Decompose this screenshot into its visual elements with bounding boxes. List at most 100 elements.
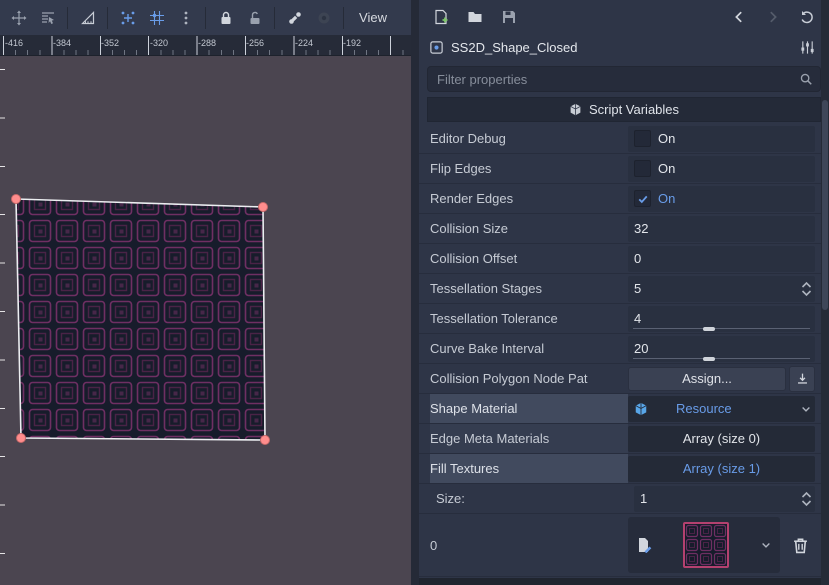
slider-track [633,328,810,329]
number-field[interactable]: 32 [628,216,815,242]
spinbox-arrows-icon[interactable] [801,491,812,507]
new-resource-icon[interactable] [429,5,453,29]
bone-icon[interactable] [280,5,309,31]
next-section-partial [419,578,821,585]
inspector-panel: SS2D_Shape_Closed Script Variables Edito… [419,0,829,585]
property-label: Flip Edges [430,154,628,183]
lock-icon[interactable] [211,5,240,31]
save-resource-icon[interactable] [497,5,521,29]
resource-icon [634,402,648,416]
texture-resource-picker[interactable] [628,517,780,573]
array-item-index: 0 [430,514,628,576]
load-resource-folder-icon[interactable] [463,5,487,29]
property-label: Collision Polygon Node Pat [430,364,628,393]
checkbox-flip-edges[interactable] [634,160,651,177]
number-field[interactable]: 1 [634,486,815,512]
filter-properties-input[interactable] [435,71,799,88]
ruler-tick-label: -384 [53,38,71,48]
property-label: Collision Size [430,214,628,243]
ruler-tick-label: -192 [343,38,361,48]
property-label: Tessellation Stages [430,274,628,303]
history-back-icon[interactable] [727,5,751,29]
smart-snap-icon[interactable] [113,5,142,31]
snap-options-menu-icon[interactable] [171,5,200,31]
property-label: Size: [430,484,634,513]
node-type-icon [429,40,444,55]
skeleton-options-icon[interactable] [309,5,338,31]
slider-grabber[interactable] [703,357,715,361]
array-edit-button[interactable]: Array (size 0) [628,426,815,452]
panel-divider[interactable] [411,0,419,585]
number-field[interactable]: 5 [628,276,815,302]
pick-node-icon[interactable] [789,366,815,392]
property-row-tessellation-stages: Tessellation Stages 5 [419,274,829,304]
script-variables-icon [569,103,582,116]
shape-handle[interactable] [17,434,26,443]
section-script-variables[interactable]: Script Variables [427,97,821,122]
shape-handle[interactable] [12,195,21,204]
grid-snap-icon[interactable] [142,5,171,31]
horizontal-ruler: -416 -384 -352 -320 -288 -256 -224 -192 [0,36,411,56]
delete-item-button[interactable] [785,517,815,573]
scrollbar-thumb[interactable] [822,100,828,310]
property-row-collision-size: Collision Size 32 [419,214,829,244]
property-row-render-edges: Render Edges On [419,184,829,214]
slider-field[interactable]: 4 [628,306,815,332]
property-list: Editor Debug On Flip Edges On Render Edg… [419,124,829,577]
search-icon [799,72,813,86]
closed-shape-polygon[interactable] [16,199,265,440]
property-row-collision-polygon-node-path: Collision Polygon Node Pat Assign... [419,364,829,394]
slider-field[interactable]: 20 [628,336,815,362]
history-forward-icon[interactable] [761,5,785,29]
checkbox-editor-debug[interactable] [634,130,651,147]
section-label: Script Variables [589,102,679,117]
shape-handle[interactable] [259,203,268,212]
object-history-icon[interactable] [795,5,819,29]
shape-handle[interactable] [261,436,270,445]
slider-grabber[interactable] [703,327,715,331]
toolbar-separator [205,7,206,29]
chevron-down-icon[interactable] [760,539,772,551]
ruler-tick-label: -416 [5,38,23,48]
property-row-fill-textures: Fill Textures Array (size 1) [419,454,829,484]
checkbox-label: On [658,191,675,206]
ruler-tick-label: -352 [101,38,119,48]
property-row-curve-bake-interval: Curve Bake Interval 20 [419,334,829,364]
number-field[interactable]: 0 [628,246,815,272]
ruler-tick-label: -224 [295,38,313,48]
array-edit-button[interactable]: Array (size 1) [628,456,815,482]
property-label: Edge Meta Materials [430,424,628,453]
view-menu-button[interactable]: View [351,7,395,28]
property-row-edge-meta-materials: Edge Meta Materials Array (size 0) [419,424,829,454]
property-row-tessellation-tolerance: Tessellation Tolerance 4 [419,304,829,334]
canvas-toolbar: View [0,0,411,36]
property-label: Tessellation Tolerance [430,304,628,333]
array-item-row-0: 0 [419,514,829,577]
property-row-array-size: Size: 1 [419,484,829,514]
assign-node-path-button[interactable]: Assign... [628,367,786,391]
edit-resource-icon[interactable] [636,537,652,553]
move-tool-icon[interactable] [4,5,33,31]
unlock-icon[interactable] [240,5,269,31]
inspector-toolbar [419,0,829,34]
ruler-tool-icon[interactable] [73,5,102,31]
property-row-shape-material: Shape Material Resource [419,394,829,424]
edited-object-header: SS2D_Shape_Closed [419,34,829,60]
edited-object-name: SS2D_Shape_Closed [451,40,577,55]
property-label: Editor Debug [430,124,628,153]
property-label: Collision Offset [430,244,628,273]
shape-overlay [0,56,411,585]
checkbox-render-edges[interactable] [634,190,651,207]
ruler-tick-label: -320 [150,38,168,48]
inspector-tools-icon[interactable] [795,35,819,59]
canvas-viewport[interactable]: View -416 -384 -352 -320 -288 -256 -224 … [0,0,411,585]
2d-canvas[interactable] [0,56,411,585]
ruler-tick-label: -256 [246,38,264,48]
texture-thumbnail[interactable] [683,522,729,568]
slider-track [633,358,810,359]
spinbox-arrows-icon[interactable] [801,281,812,297]
list-select-tool-icon[interactable] [33,5,62,31]
resource-dropdown[interactable]: Resource [628,396,815,422]
toolbar-separator [107,7,108,29]
inspector-scrollbar[interactable] [821,0,829,585]
